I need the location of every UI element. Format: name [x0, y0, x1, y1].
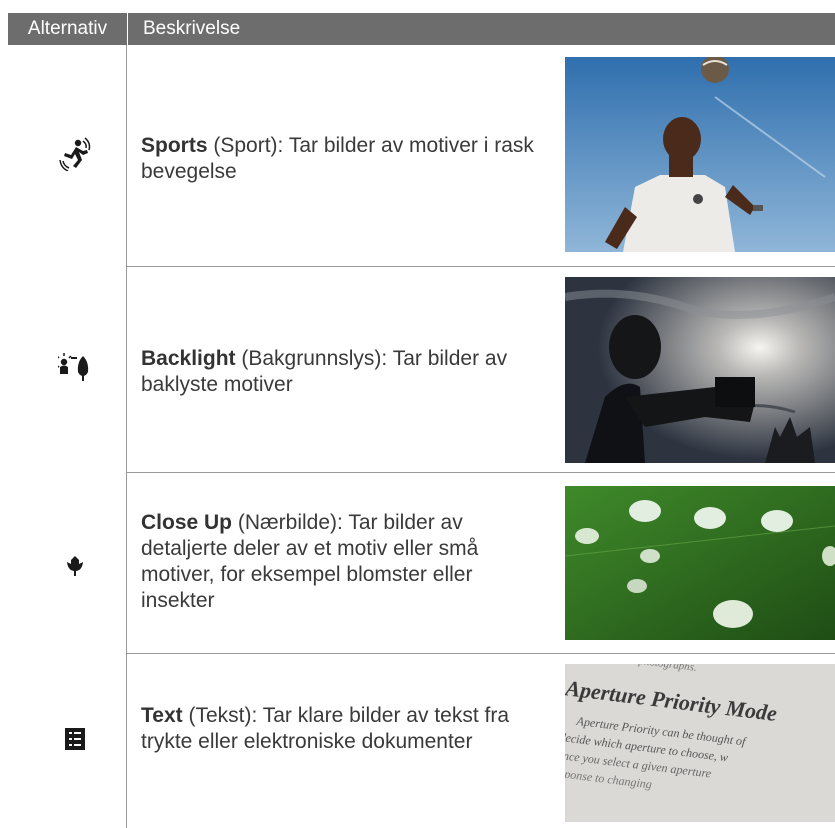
mode-name: Backlight: [141, 347, 236, 370]
text-document-icon: [40, 719, 110, 759]
backlight-mode-icon: [40, 347, 110, 387]
row-divider: [126, 266, 835, 267]
book-page-aperture-priority-photo: of your photographs. Aperture Priority M…: [565, 664, 835, 822]
mode-description: (Tekst): Tar klare bilder av tekst fra t…: [141, 704, 510, 753]
text-description: Text (Tekst): Tar klare bilder av tekst …: [141, 703, 551, 755]
column-header-option: Alternativ: [27, 18, 108, 39]
table-header: Alternativ Beskrivelse: [8, 13, 835, 45]
mode-name: Text: [141, 704, 183, 727]
column-header-description: Beskrivelse: [143, 18, 241, 39]
sports-description: Sports (Sport): Tar bilder av motiver i …: [141, 133, 551, 185]
soccer-player-heading-ball-photo: [565, 57, 835, 252]
sports-mode-icon: [40, 134, 110, 174]
row-divider: [126, 472, 835, 473]
column-divider: [126, 45, 127, 828]
water-droplets-on-leaf-photo: [565, 486, 835, 640]
mode-name: Close Up: [141, 511, 233, 534]
close-up-flower-icon: [40, 545, 110, 585]
row-divider: [126, 653, 835, 654]
backlit-photographer-silhouette-photo: [565, 277, 835, 463]
close-up-description: Close Up (Nærbilde): Tar bilder av detal…: [141, 510, 551, 614]
backlight-description: Backlight (Bakgrunnslys): Tar bilder av …: [141, 346, 551, 398]
mode-name: Sports: [141, 134, 208, 157]
header-divider: [127, 13, 128, 45]
